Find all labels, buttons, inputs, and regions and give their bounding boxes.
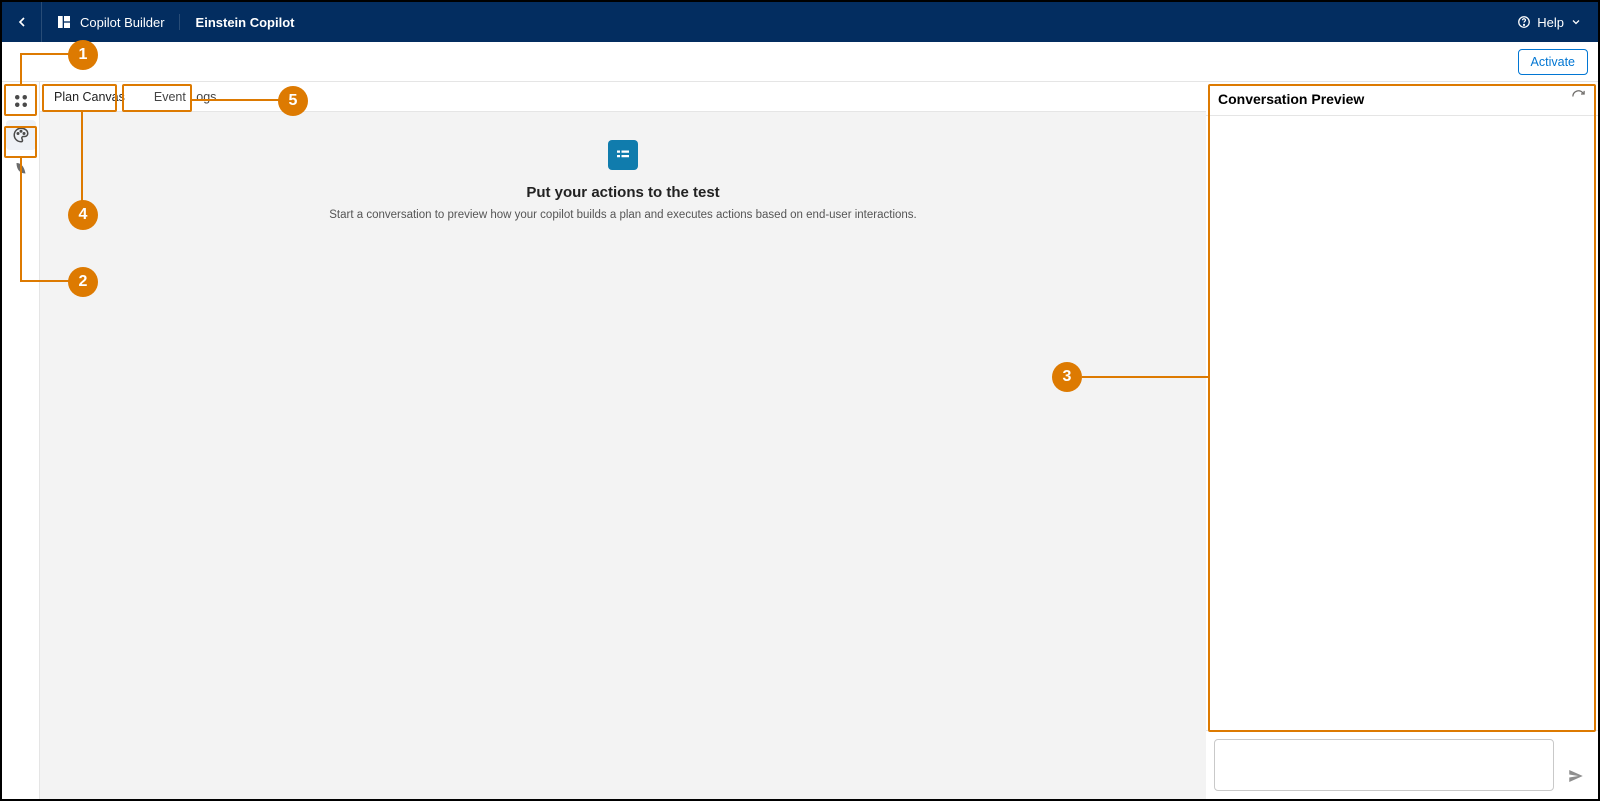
chevron-down-icon	[1570, 16, 1582, 28]
grid-icon	[12, 92, 30, 110]
left-rail	[2, 82, 40, 799]
page-title: Einstein Copilot	[180, 15, 311, 30]
leaf-icon	[12, 160, 30, 178]
canvas-title: Put your actions to the test	[526, 184, 719, 201]
app-switcher[interactable]: Copilot Builder	[42, 14, 180, 30]
rail-coffee-button[interactable]	[6, 154, 36, 184]
rail-palette-button[interactable]	[6, 120, 36, 150]
app-icon	[56, 14, 72, 30]
preview-body	[1206, 116, 1598, 730]
conversation-preview-panel: Conversation Preview	[1206, 82, 1598, 799]
tabs-bar: Plan Canvas Event Logs	[40, 82, 1206, 112]
canvas-description: Start a conversation to preview how your…	[329, 209, 916, 221]
send-icon	[1567, 767, 1585, 785]
refresh-icon	[1571, 89, 1586, 104]
send-button[interactable]	[1562, 739, 1590, 791]
tab-plan-canvas[interactable]: Plan Canvas	[40, 82, 140, 111]
center-panel: Plan Canvas Event Logs Put your actions …	[40, 82, 1206, 799]
app-header: Copilot Builder Einstein Copilot Help	[2, 2, 1598, 42]
palette-icon	[12, 126, 30, 144]
help-icon	[1517, 15, 1531, 29]
arrow-left-icon	[14, 14, 30, 30]
preview-header: Conversation Preview	[1206, 82, 1598, 116]
plan-icon	[608, 140, 638, 170]
rail-apps-button[interactable]	[6, 86, 36, 116]
subheader: Activate	[2, 42, 1598, 82]
main-area: Plan Canvas Event Logs Put your actions …	[2, 82, 1598, 799]
help-label: Help	[1537, 15, 1564, 30]
tab-event-logs[interactable]: Event Logs	[140, 82, 232, 111]
preview-title: Conversation Preview	[1218, 91, 1364, 107]
back-button[interactable]	[2, 2, 42, 42]
preview-input-row	[1206, 730, 1598, 799]
chat-input[interactable]	[1214, 739, 1554, 791]
activate-button[interactable]: Activate	[1518, 49, 1588, 75]
canvas-area: Put your actions to the test Start a con…	[40, 112, 1206, 799]
help-menu[interactable]: Help	[1501, 15, 1598, 30]
refresh-button[interactable]	[1571, 89, 1586, 109]
app-name: Copilot Builder	[80, 15, 165, 30]
